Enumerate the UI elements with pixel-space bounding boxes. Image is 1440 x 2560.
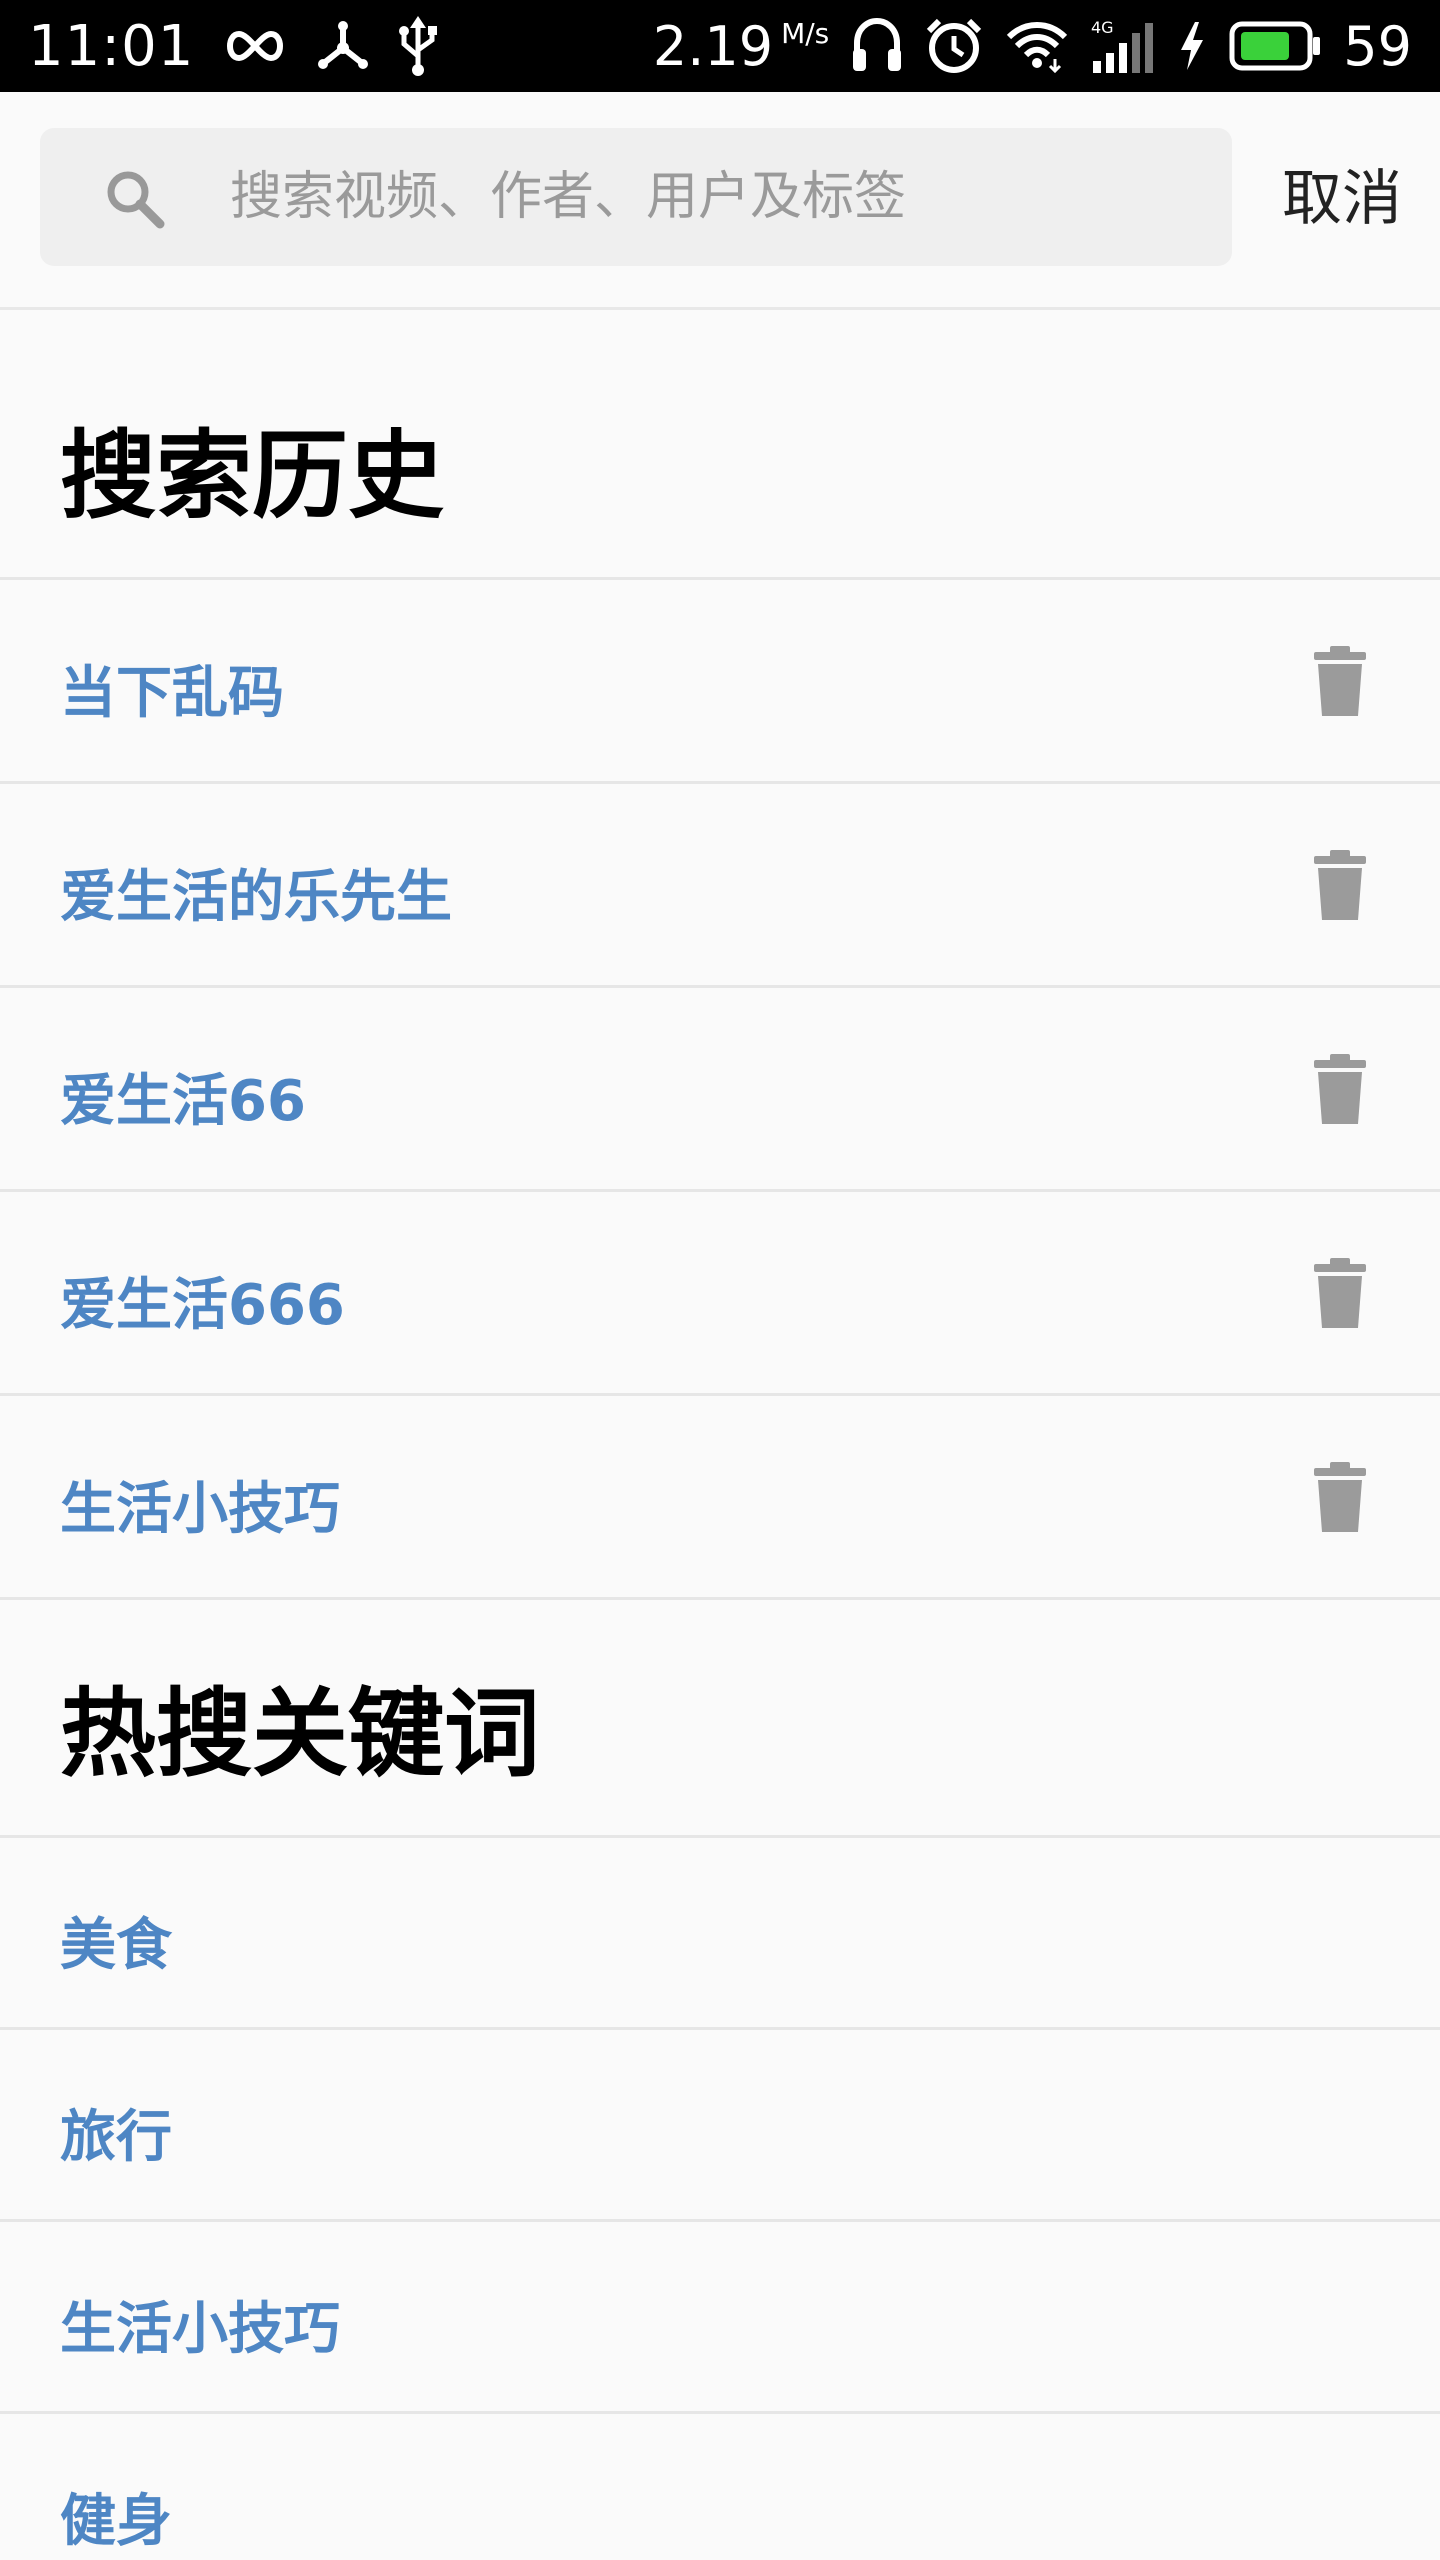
hot-keyword-row[interactable]: 健身 <box>0 2414 1440 2560</box>
status-right: 2.19 M/s 4G 59 <box>653 15 1412 78</box>
history-row[interactable]: 当下乱码 <box>0 580 1440 784</box>
hot-keyword-row[interactable]: 旅行 <box>0 2030 1440 2222</box>
status-bar: 11:01 2.19 M/s 4G 59 <box>0 0 1440 92</box>
wifi-icon <box>1005 19 1069 73</box>
headphones-icon <box>851 17 903 75</box>
usb-icon <box>398 16 438 76</box>
search-box[interactable] <box>40 128 1232 266</box>
charging-icon <box>1177 20 1207 72</box>
history-row[interactable]: 爱生活66 <box>0 988 1440 1192</box>
history-row[interactable]: 爱生活的乐先生 <box>0 784 1440 988</box>
history-title: 搜索历史 <box>60 420 444 532</box>
trash-icon[interactable] <box>1310 1258 1370 1330</box>
history-item-label: 生活小技巧 <box>60 1477 340 1542</box>
battery-level: 59 <box>1343 14 1412 78</box>
infinity-icon <box>222 26 288 66</box>
battery-icon <box>1229 21 1321 71</box>
hot-keyword-label: 旅行 <box>60 2105 172 2170</box>
trash-icon[interactable] <box>1310 1054 1370 1126</box>
hot-keyword-label: 美食 <box>60 1913 172 1978</box>
history-row[interactable]: 爱生活666 <box>0 1192 1440 1396</box>
status-left: 11:01 <box>28 14 438 79</box>
search-header: 取消 <box>0 92 1440 310</box>
hot-title: 热搜关键词 <box>60 1678 540 1790</box>
status-time: 11:01 <box>28 13 195 79</box>
hot-keyword-row[interactable]: 生活小技巧 <box>0 2222 1440 2414</box>
search-icon <box>102 166 166 230</box>
history-item-label: 爱生活66 <box>60 1069 306 1134</box>
svg-text:4G: 4G <box>1091 18 1114 37</box>
trash-icon[interactable] <box>1310 646 1370 718</box>
hot-keyword-label: 生活小技巧 <box>60 2297 340 2362</box>
hot-keyword-label: 健身 <box>60 2489 172 2554</box>
signal-4g-icon: 4G <box>1091 17 1155 75</box>
hot-keyword-row[interactable]: 美食 <box>0 1838 1440 2030</box>
trash-icon[interactable] <box>1310 850 1370 922</box>
speed-unit: M/s <box>781 16 830 50</box>
history-section-header: 搜索历史 <box>0 310 1440 580</box>
hot-section-header: 热搜关键词 <box>0 1600 1440 1838</box>
history-row[interactable]: 生活小技巧 <box>0 1396 1440 1600</box>
network-speed: 2.19 M/s <box>653 15 829 78</box>
history-item-label: 爱生活666 <box>60 1273 345 1338</box>
search-input[interactable] <box>230 158 1190 236</box>
trash-icon[interactable] <box>1310 1462 1370 1534</box>
history-item-label: 爱生活的乐先生 <box>60 865 452 930</box>
alarm-icon <box>925 17 983 75</box>
connection-icon <box>316 19 370 73</box>
cancel-button[interactable]: 取消 <box>1262 154 1422 244</box>
speed-value: 2.19 <box>652 14 774 78</box>
history-item-label: 当下乱码 <box>60 661 284 726</box>
